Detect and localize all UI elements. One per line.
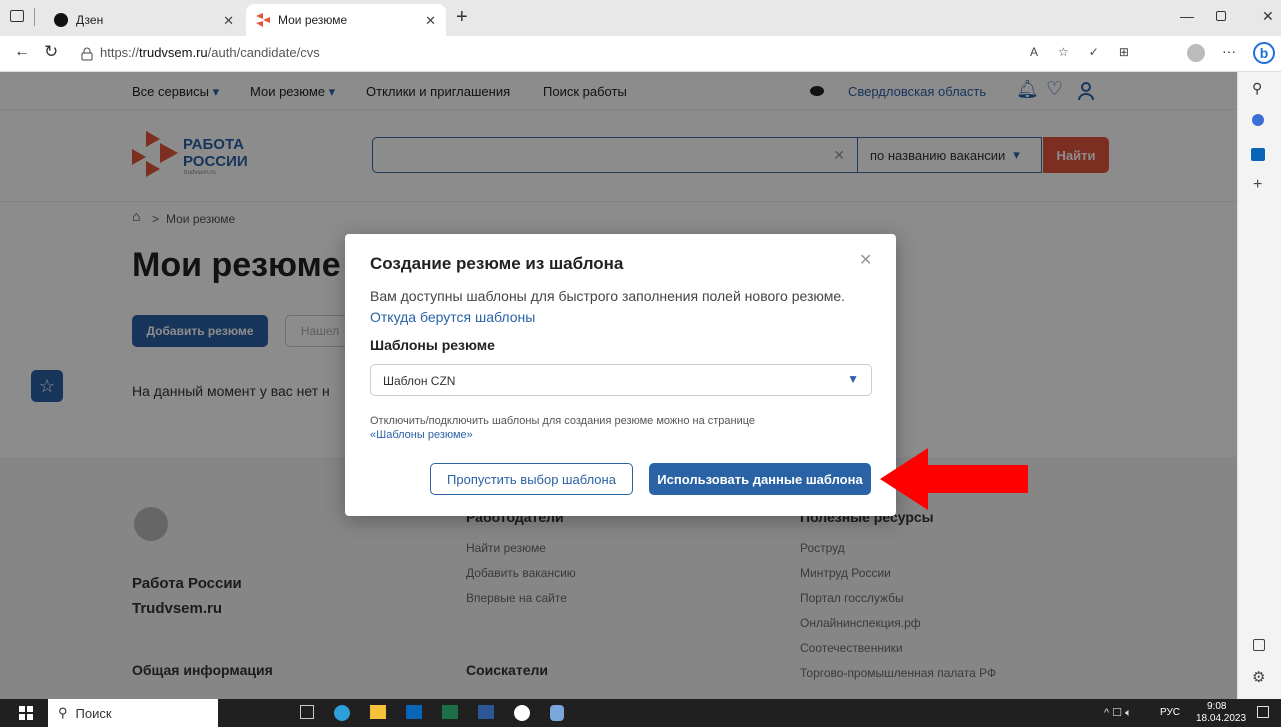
windows-taskbar: ⚲ Поиск ^ ☐ 🔈︎ РУС 9:08 18.04.2023 [0, 699, 1281, 727]
gear-icon[interactable]: ⚙ [1252, 668, 1265, 686]
outlook-icon[interactable] [1251, 148, 1265, 161]
search-icon[interactable]: ⚲ [1252, 80, 1262, 97]
chevron-down-icon: ▼ [847, 372, 859, 386]
template-modal: Создание резюме из шаблона ✕ Вам доступн… [345, 234, 896, 516]
template-select[interactable]: Шаблон CZN ▼ [370, 364, 872, 396]
explorer-icon[interactable] [370, 705, 386, 719]
minimize-icon[interactable]: — [1180, 8, 1194, 24]
tray-icons[interactable]: ^ ☐ 🔈︎ [1104, 706, 1132, 720]
red-arrow-annotation [880, 448, 1028, 510]
clock-date[interactable]: 18.04.2023 [1196, 713, 1246, 724]
select-label: Шаблоны резюме [370, 337, 495, 353]
dzen-icon [54, 13, 68, 27]
extension-icon[interactable] [1252, 114, 1264, 126]
url-text[interactable]: https://trudvsem.ru/auth/candidate/cvs [100, 45, 320, 60]
notifications-icon[interactable] [1257, 706, 1269, 718]
database-icon[interactable] [550, 705, 564, 721]
edge-icon[interactable] [334, 705, 350, 721]
windows-start-icon[interactable] [19, 706, 33, 720]
more-icon[interactable]: ··· [1222, 43, 1236, 59]
bing-icon[interactable]: b [1253, 42, 1275, 64]
tab-title: Дзен [76, 13, 104, 27]
new-tab-button[interactable]: + [456, 6, 468, 29]
modal-description: Вам доступны шаблоны для быстрого заполн… [370, 288, 846, 325]
word-icon[interactable] [478, 705, 494, 719]
language-indicator[interactable]: РУС [1160, 707, 1180, 718]
tab-dzen[interactable]: Дзен ✕ [44, 4, 244, 36]
profile-avatar[interactable] [1187, 44, 1205, 62]
yandex-icon[interactable] [514, 705, 530, 721]
close-tab-icon[interactable]: ✕ [223, 13, 234, 29]
tab-title: Мои резюме [278, 13, 348, 27]
search-icon: ⚲ [58, 705, 68, 720]
close-window-icon[interactable]: ✕ [1262, 8, 1274, 25]
modal-title: Создание резюме из шаблона [370, 254, 624, 273]
edge-sidebar: ⚲ + ⚙ [1237, 72, 1281, 699]
taskbar-search[interactable]: ⚲ Поиск [48, 699, 218, 727]
templates-source-link[interactable]: Откуда берутся шаблоны [370, 309, 535, 325]
close-icon[interactable]: ✕ [859, 250, 872, 270]
excel-icon[interactable] [442, 705, 458, 719]
modal-note: Отключить/подключить шаблоны для создани… [370, 415, 756, 441]
browser-tab-bar: Дзен ✕ Мои резюме ✕ + — ✕ [0, 0, 1281, 36]
outlook-icon[interactable] [406, 705, 422, 719]
add-icon[interactable]: + [1253, 176, 1262, 194]
refresh-icon[interactable]: ↻ [44, 42, 58, 62]
lock-icon [81, 47, 93, 61]
select-value: Шаблон CZN [383, 374, 456, 388]
close-tab-icon[interactable]: ✕ [425, 13, 436, 29]
tab-actions-icon[interactable] [10, 10, 24, 22]
use-template-button[interactable]: Использовать данные шаблона [649, 463, 871, 495]
back-icon[interactable]: ← [14, 43, 30, 61]
taskbar-app-icons[interactable] [300, 705, 640, 721]
sidebar-toggle-icon[interactable] [1253, 639, 1265, 651]
templates-page-link[interactable]: «Шаблоны резюме» [370, 429, 473, 441]
tab-my-resumes[interactable]: Мои резюме ✕ [246, 4, 446, 36]
ext-icons: A☆✓⊞ [1030, 45, 1149, 59]
skip-template-button[interactable]: Пропустить выбор шаблона [430, 463, 633, 495]
clock-time[interactable]: 9:08 [1207, 701, 1226, 712]
task-view-icon[interactable] [300, 705, 314, 719]
restore-icon[interactable] [1216, 11, 1226, 21]
trudvsem-favicon-icon [256, 13, 270, 27]
